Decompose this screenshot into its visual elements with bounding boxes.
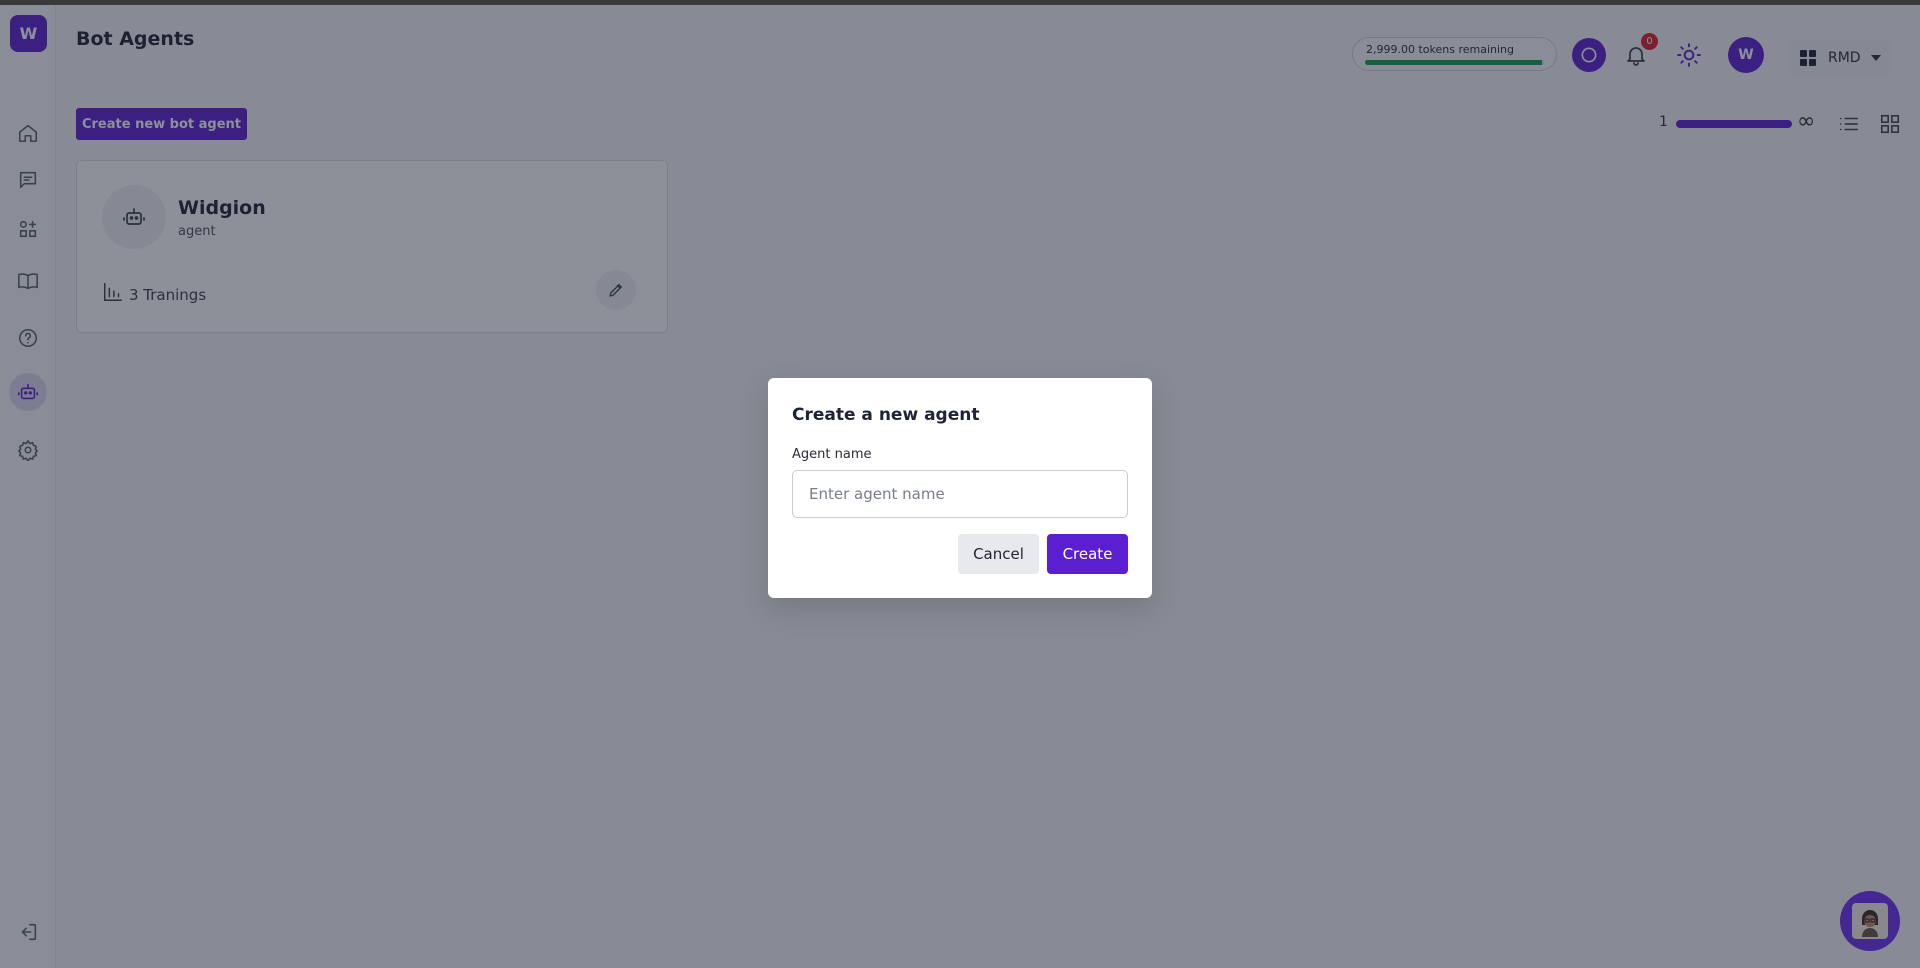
agent-name-label: Agent name — [792, 447, 872, 462]
dialog-title: Create a new agent — [792, 405, 980, 425]
app-root: W Bot Agents 2,999.00 tokens remaining — [0, 0, 1920, 968]
cancel-button[interactable]: Cancel — [958, 534, 1039, 574]
create-button[interactable]: Create — [1047, 534, 1128, 574]
agent-name-input[interactable] — [792, 470, 1128, 518]
create-agent-dialog: Create a new agent Agent name Cancel Cre… — [768, 378, 1152, 598]
